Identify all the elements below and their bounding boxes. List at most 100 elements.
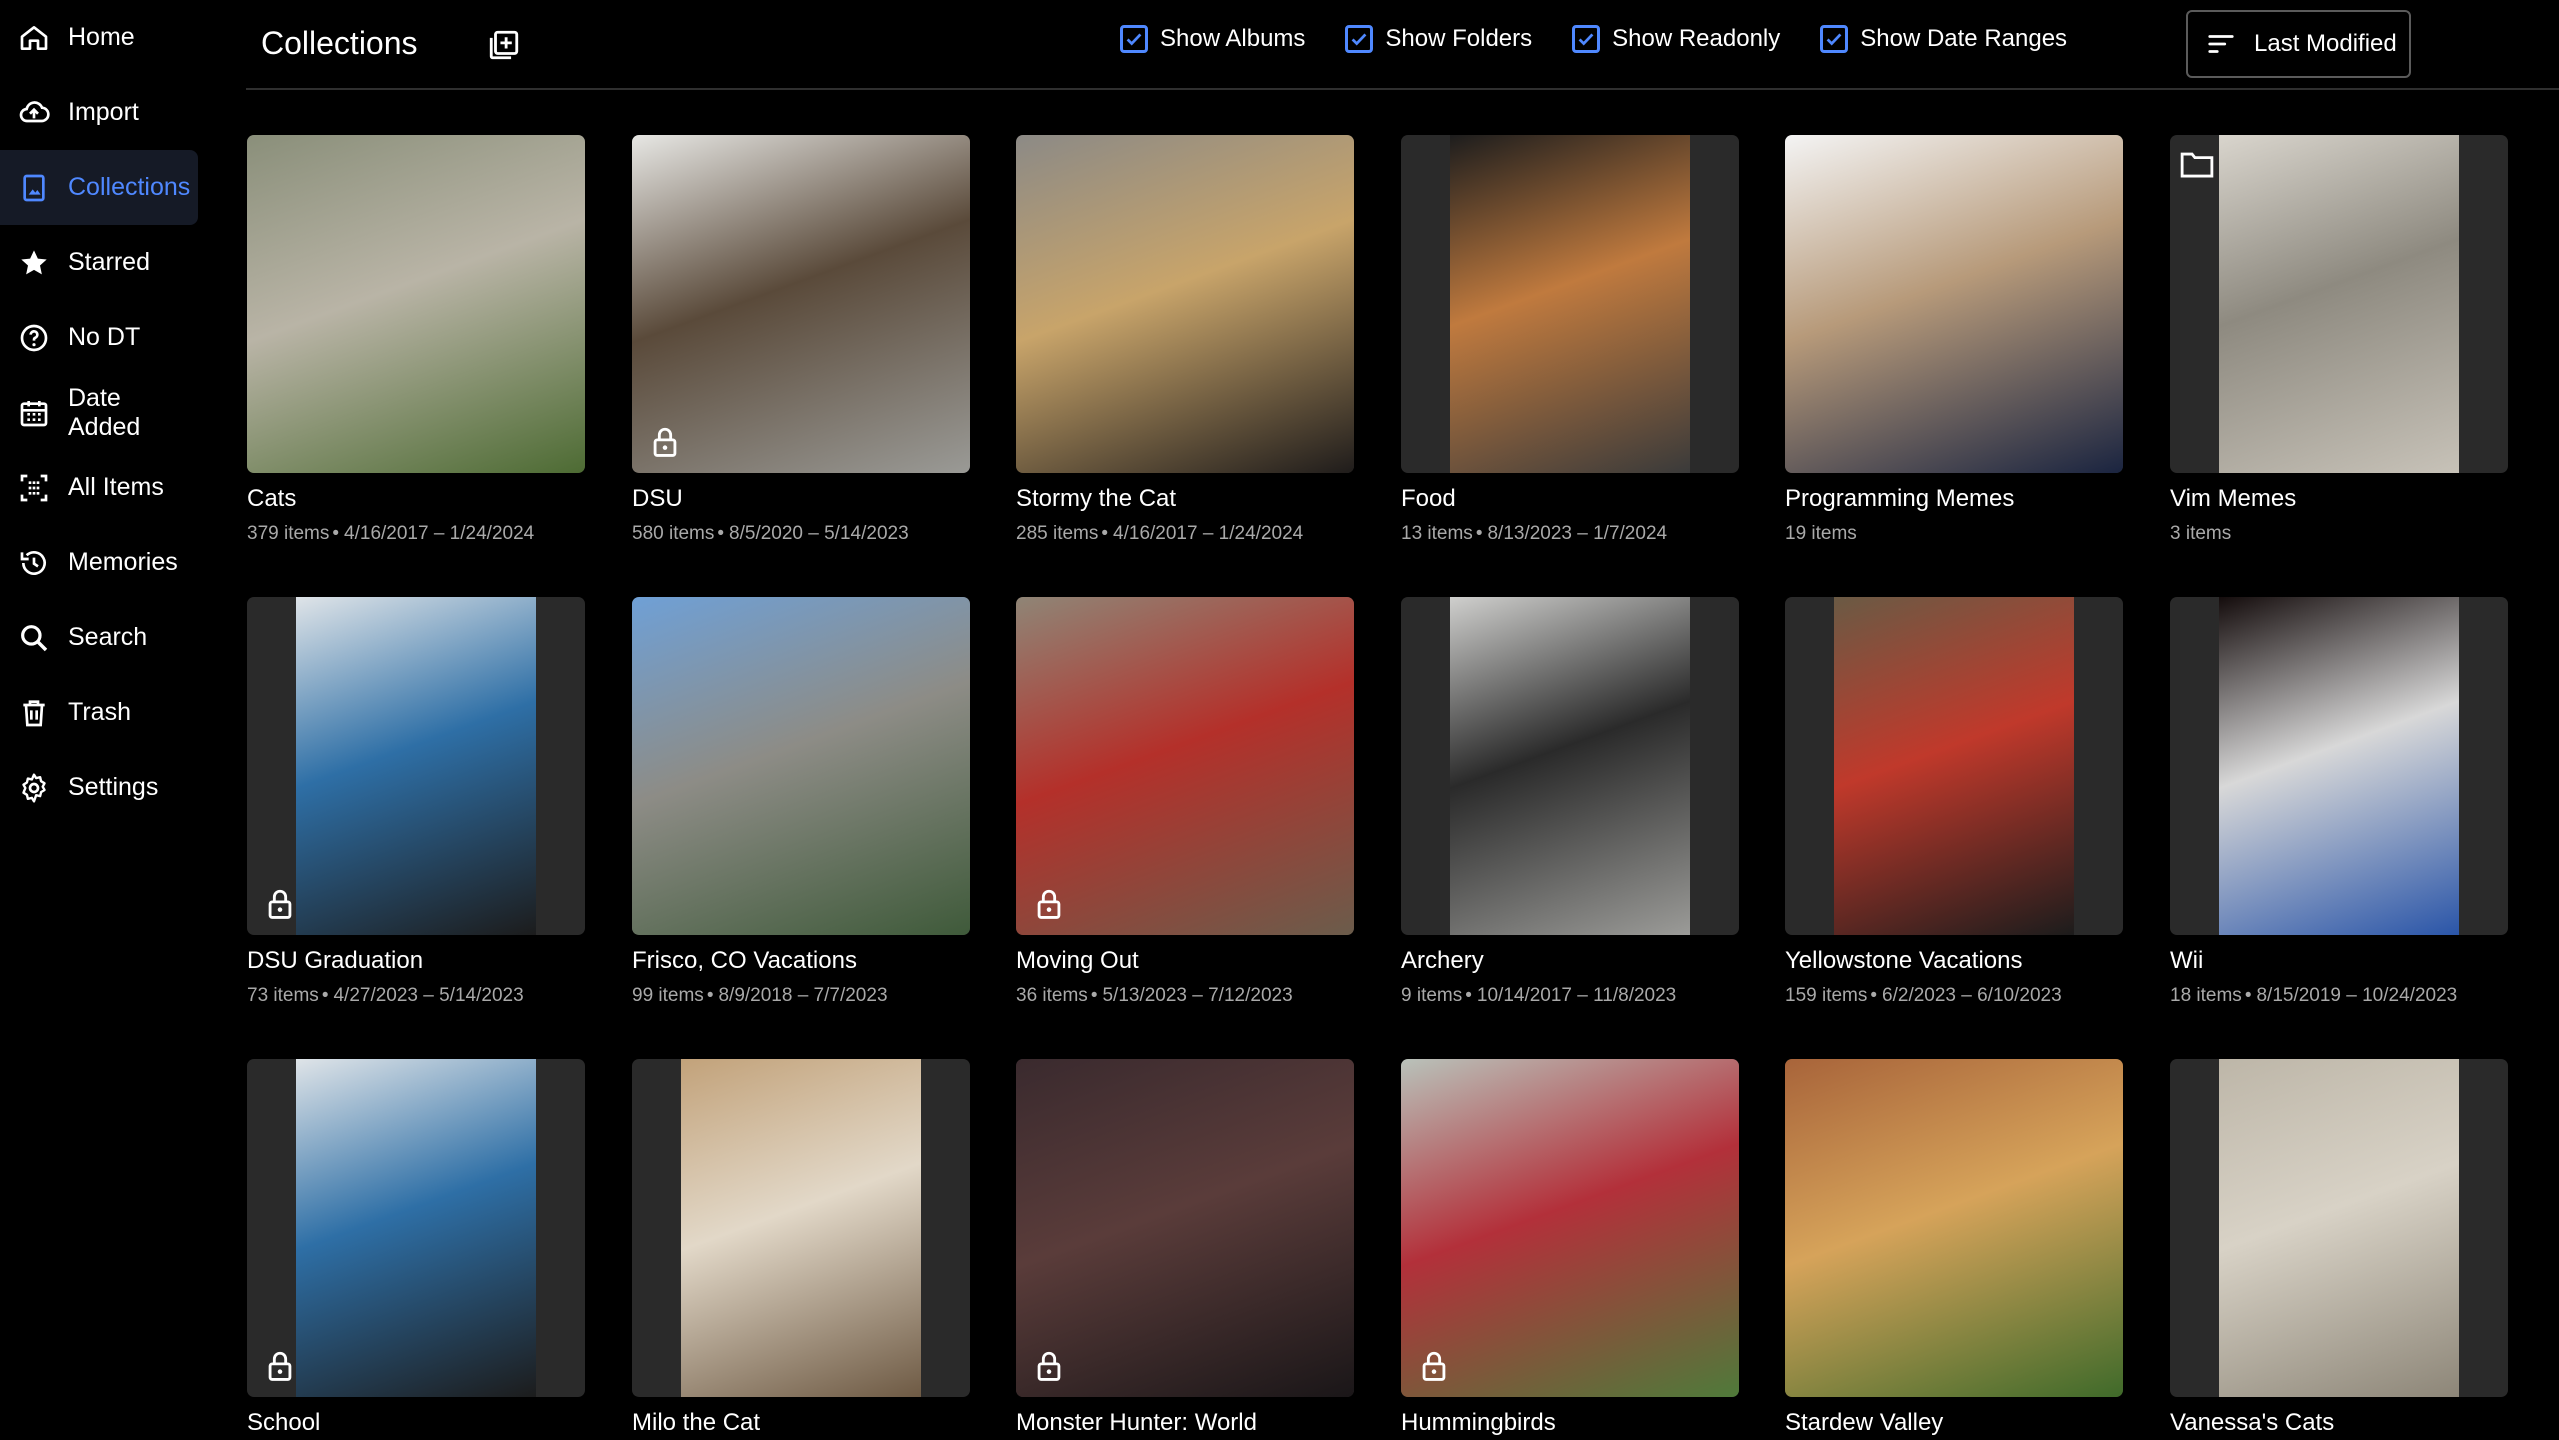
collection-meta: 3 items — [2170, 523, 2508, 545]
collection-card[interactable]: Monster Hunter: World — [1016, 1059, 1354, 1437]
meta-separator: • — [1870, 985, 1878, 1006]
sidebar-item-no-dt[interactable]: No DT — [0, 300, 198, 375]
sidebar-item-memories[interactable]: Memories — [0, 525, 198, 600]
filter-label: Show Date Ranges — [1860, 25, 2068, 52]
sidebar-item-home[interactable]: Home — [0, 0, 198, 75]
collection-thumbnail[interactable] — [632, 135, 970, 473]
filter-label: Show Folders — [1385, 25, 1533, 52]
collection-thumbnail[interactable] — [632, 597, 970, 935]
collection-thumbnail[interactable] — [1401, 1059, 1739, 1397]
sidebar-item-date-added[interactable]: Date Added — [0, 375, 198, 450]
date-range: 4/27/2023 – 5/14/2023 — [333, 985, 524, 1006]
checkbox-show-date-ranges[interactable] — [1820, 25, 1849, 53]
collection-thumbnail[interactable] — [1785, 1059, 2123, 1397]
collection-card[interactable]: Milo the Cat — [632, 1059, 970, 1437]
collection-thumbnail[interactable] — [247, 597, 585, 935]
collection-thumbnail[interactable] — [247, 135, 585, 473]
collection-card[interactable]: DSU 580 items • 8/5/2020 – 5/14/2023 — [632, 135, 970, 545]
collection-thumbnail[interactable] — [2170, 1059, 2508, 1397]
collection-thumbnail[interactable] — [247, 1059, 585, 1397]
sidebar-item-label: Trash — [68, 698, 131, 726]
sidebar-item-label: Collections — [68, 173, 191, 201]
item-count: 285 items — [1016, 523, 1099, 544]
checkmark-icon — [1126, 33, 1142, 46]
filter-show-readonly[interactable]: Show Readonly — [1572, 25, 1780, 53]
collection-card[interactable]: Wii 18 items • 8/15/2019 – 10/24/2023 — [2170, 597, 2508, 1007]
filter-show-folders[interactable]: Show Folders — [1345, 25, 1532, 53]
lock-icon — [653, 427, 677, 457]
sidebar-item-all-items[interactable]: All Items — [0, 450, 198, 525]
checkbox-show-folders[interactable] — [1345, 25, 1374, 53]
collection-thumbnail[interactable] — [2170, 135, 2508, 473]
sidebar-item-trash[interactable]: Trash — [0, 675, 198, 750]
collection-card[interactable]: Cats 379 items • 4/16/2017 – 1/24/2024 — [247, 135, 585, 545]
collection-card[interactable]: Yellowstone Vacations 159 items • 6/2/2023 … — [1785, 597, 2123, 1007]
collection-card[interactable]: Stormy the Cat 285 items • 4/16/2017 – 1/24… — [1016, 135, 1354, 545]
item-count: 159 items — [1785, 985, 1868, 1006]
sort-button[interactable]: Last Modified — [2186, 10, 2411, 78]
sidebar: Home Import Collections Starred No DT Date Ad… — [0, 0, 220, 1440]
collection-thumbnail[interactable] — [1401, 597, 1739, 935]
collection-thumbnail[interactable] — [1016, 135, 1354, 473]
collection-thumbnail[interactable] — [1401, 135, 1739, 473]
sidebar-item-starred[interactable]: Starred — [0, 225, 198, 300]
collection-card[interactable]: Stardew Valley — [1785, 1059, 2123, 1437]
collection-card[interactable]: Food 13 items • 8/13/2023 – 1/7/2024 — [1401, 135, 1739, 545]
collection-card[interactable]: Moving Out 36 items • 5/13/2023 – 7/12/2023 — [1016, 597, 1354, 1007]
gear-icon — [22, 772, 46, 803]
grid-dots-icon — [20, 474, 48, 501]
sidebar-item-label: Memories — [68, 548, 178, 576]
item-count: 73 items — [247, 985, 319, 1006]
meta-separator: • — [717, 523, 725, 544]
collection-card[interactable]: School — [247, 1059, 585, 1437]
meta-separator: • — [1465, 985, 1472, 1006]
date-range: 6/2/2023 – 6/10/2023 — [1882, 985, 2062, 1006]
thumbnail-image — [681, 1059, 921, 1397]
collection-card[interactable]: Programming Memes 19 items — [1785, 135, 2123, 545]
collection-card[interactable]: Archery 9 items • 10/14/2017 – 11/8/2023 — [1401, 597, 1739, 1007]
collection-title: DSU Graduation — [247, 947, 424, 974]
sidebar-item-label: Starred — [68, 248, 150, 276]
add-collection-button[interactable] — [485, 26, 523, 64]
item-count: 379 items — [247, 523, 330, 544]
collection-thumbnail[interactable] — [1016, 597, 1354, 935]
sidebar-item-label: Settings — [68, 773, 159, 801]
search-icon — [21, 624, 48, 651]
checkbox-show-albums[interactable] — [1120, 25, 1148, 53]
collection-title: Milo the Cat — [632, 1409, 761, 1436]
collection-title: Hummingbirds — [1401, 1409, 1556, 1436]
thumbnail-image — [632, 135, 970, 473]
sidebar-item-collections[interactable]: Collections — [0, 150, 198, 225]
header-divider — [246, 88, 2559, 90]
home-icon — [20, 25, 48, 50]
collection-thumbnail[interactable] — [1016, 1059, 1354, 1397]
item-count: 580 items — [632, 523, 715, 544]
thumbnail-image — [1785, 1059, 2123, 1397]
sidebar-item-label: All Items — [68, 473, 164, 501]
collection-card[interactable]: DSU Graduation 73 items • 4/27/2023 – 5/14/… — [247, 597, 585, 1007]
collection-card[interactable]: Vim Memes 3 items — [2170, 135, 2508, 545]
collection-meta: 9 items • 10/14/2017 – 11/8/2023 — [1401, 985, 1739, 1007]
sidebar-item-search[interactable]: Search — [0, 600, 198, 675]
item-count: 19 items — [1785, 523, 1857, 544]
sidebar-item-settings[interactable]: Settings — [0, 750, 198, 825]
filter-show-albums[interactable]: Show Albums — [1120, 25, 1305, 53]
collection-title: Moving Out — [1016, 947, 1139, 974]
item-count: 13 items — [1401, 523, 1473, 544]
collection-card[interactable]: Hummingbirds — [1401, 1059, 1739, 1437]
thumbnail-image — [296, 1059, 536, 1397]
collection-meta: 580 items • 8/5/2020 – 5/14/2023 — [632, 523, 970, 545]
collection-title: Monster Hunter: World — [1016, 1409, 1257, 1436]
meta-separator: • — [332, 523, 340, 544]
thumbnail-image — [296, 597, 536, 935]
checkbox-show-readonly[interactable] — [1572, 25, 1601, 53]
collections-icon — [23, 174, 45, 201]
collection-thumbnail[interactable] — [632, 1059, 970, 1397]
filter-show-date-ranges[interactable]: Show Date Ranges — [1820, 25, 2067, 53]
collection-thumbnail[interactable] — [1785, 135, 2123, 473]
sidebar-item-import[interactable]: Import — [0, 75, 198, 150]
collection-card[interactable]: Vanessa's Cats — [2170, 1059, 2508, 1437]
collection-thumbnail[interactable] — [1785, 597, 2123, 935]
collection-thumbnail[interactable] — [2170, 597, 2508, 935]
collection-card[interactable]: Frisco, CO Vacations 99 items • 8/9/2018 – … — [632, 597, 970, 1007]
